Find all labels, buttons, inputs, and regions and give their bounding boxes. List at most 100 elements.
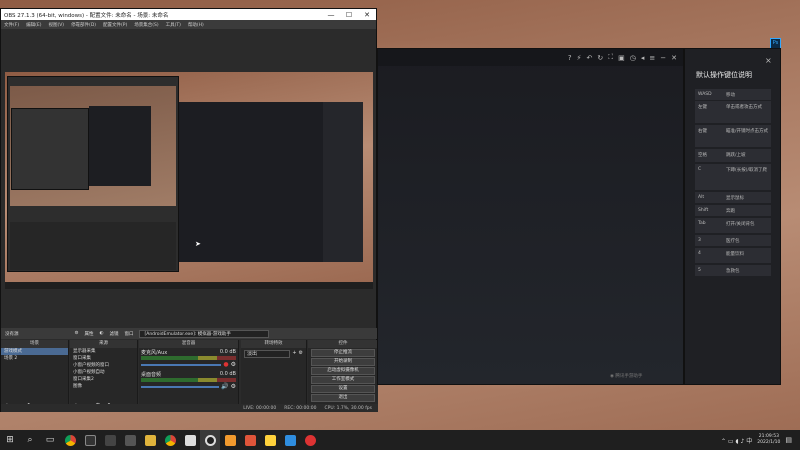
exit-button[interactable]: 退出 bbox=[311, 394, 375, 402]
g-icon[interactable] bbox=[120, 430, 140, 450]
controls-header: 控件 bbox=[308, 340, 378, 348]
virtual-camera-button[interactable]: 启动虚拟摄像机 bbox=[311, 367, 375, 375]
obs-window[interactable]: OBS 27.1.3 (64-bit, windows) - 配置文件: 未命名… bbox=[0, 8, 378, 412]
chrome-icon[interactable] bbox=[60, 430, 80, 450]
source-item[interactable]: 小窗户视频自动 bbox=[70, 369, 137, 376]
preview-taskbar bbox=[5, 282, 373, 289]
preview-keypanel bbox=[323, 102, 363, 262]
cpu-status: CPU: 1.7%, 30.00 fps bbox=[324, 405, 373, 411]
source-item[interactable]: 显示器采集 bbox=[70, 348, 137, 355]
minimize-button[interactable]: — bbox=[322, 11, 340, 19]
filter-icon[interactable]: ◐ bbox=[100, 331, 104, 336]
gear-icon[interactable]: ⚙ bbox=[231, 383, 236, 390]
app4-icon[interactable] bbox=[240, 430, 260, 450]
key-row: 左键 单击或者攻击方式 bbox=[695, 101, 771, 123]
task-view-icon[interactable]: ▭ bbox=[40, 430, 60, 450]
menu-help[interactable]: 帮助(H) bbox=[188, 22, 204, 28]
close-icon[interactable]: ✕ bbox=[671, 54, 677, 62]
source-item[interactable]: 小窗户视频的窗口 bbox=[70, 362, 137, 369]
tray-icons[interactable]: ⌃ ▭ ◖ ♪ 中 bbox=[721, 436, 752, 445]
speaker-icon[interactable]: 🔊 bbox=[221, 383, 228, 390]
controls-dock: 控件 停止推流 开始录制 启动虚拟摄像机 工作室模式 设置 退出 bbox=[308, 340, 378, 412]
search-icon[interactable]: ⌕ bbox=[20, 430, 40, 450]
gear-icon[interactable]: ⚙ bbox=[299, 350, 303, 358]
source-toolbar: 没有源 ⚙ 属性 ◐ 滤镜 窗口 [AndroidEmulator.exe]: … bbox=[1, 328, 378, 339]
source-item[interactable]: 窗口采集2 bbox=[70, 376, 137, 383]
transition-select[interactable]: 淡出 bbox=[244, 350, 291, 358]
close-button[interactable]: ✕ bbox=[358, 11, 376, 19]
flash-icon[interactable]: ⚡ bbox=[577, 54, 582, 62]
app3-icon[interactable] bbox=[220, 430, 240, 450]
menu-profile[interactable]: 配置文件(P) bbox=[103, 22, 127, 28]
source-item[interactable]: 图像 bbox=[70, 383, 137, 390]
gear-icon[interactable]: ⚙ bbox=[231, 361, 236, 368]
key-row: C 下蹲(长按)/取消了爬 bbox=[695, 164, 771, 190]
volume-slider[interactable] bbox=[141, 385, 220, 388]
app6-icon[interactable] bbox=[280, 430, 300, 450]
window-select[interactable]: [AndroidEmulator.exe]: 模拟器-游戏助手 bbox=[139, 329, 270, 338]
start-recording-button[interactable]: 开始录制 bbox=[311, 358, 375, 366]
key-row: Shift 奔跑 bbox=[695, 205, 771, 216]
obs-icon[interactable] bbox=[200, 430, 220, 450]
app7-icon[interactable] bbox=[300, 430, 320, 450]
clock-icon[interactable]: ◷ bbox=[630, 54, 636, 62]
rotate-icon[interactable]: ↻ bbox=[597, 54, 603, 62]
filters-button[interactable]: 滤镜 bbox=[109, 331, 118, 337]
app5-icon[interactable] bbox=[260, 430, 280, 450]
obs-titlebar[interactable]: OBS 27.1.3 (64-bit, windows) - 配置文件: 未命名… bbox=[1, 9, 376, 20]
preview-inner-docks bbox=[10, 222, 176, 270]
explorer-icon[interactable] bbox=[80, 430, 100, 450]
track-name: 桌面音频 bbox=[141, 372, 162, 378]
mixer-dock: 混音器 麦克风/Aux 0.0 dB ● ⚙ 桌面音频 0.0 dB 🔊 ⚙ bbox=[139, 340, 239, 412]
key-row: Alt 显示鼠标 bbox=[695, 192, 771, 203]
preview-emulator bbox=[177, 102, 323, 262]
studio-mode-button[interactable]: 工作室模式 bbox=[311, 376, 375, 384]
menu-scene-collection[interactable]: 场景集合(S) bbox=[134, 22, 158, 28]
panel-close-icon[interactable]: × bbox=[765, 56, 772, 65]
key-mapping-panel: × 默认操作键位说明 WASD 移动 左键 单击或者攻击方式 右键 瞄准/开镜时点击方… bbox=[684, 48, 781, 385]
app2-icon[interactable] bbox=[180, 430, 200, 450]
source-item[interactable]: 窗口采集 bbox=[70, 355, 137, 362]
key-row: 右键 瞄准/开镜时点击方式 bbox=[695, 125, 771, 147]
key-row: 5 急救包 bbox=[695, 265, 771, 276]
undo-icon[interactable]: ↶ bbox=[586, 54, 592, 62]
emulator-watermark: ◉ 腾讯手游助手 bbox=[610, 374, 643, 379]
menu-tools[interactable]: 工具(T) bbox=[166, 22, 181, 28]
scene-item[interactable]: 场景 2 bbox=[1, 355, 68, 362]
emulator-window[interactable]: ? ⚡ ↶ ↻ ⛶ ▣ ◷ ◂ ≡ − ✕ ◉ 腾讯手游助手 bbox=[377, 48, 684, 385]
settings-button[interactable]: 设置 bbox=[311, 385, 375, 393]
key-row: Tab 打开/关闭背包 bbox=[695, 218, 771, 233]
gear-icon[interactable]: ⚙ bbox=[75, 331, 79, 336]
obs-preview-canvas[interactable]: ➤ bbox=[5, 72, 373, 289]
scenes-dock: 场景 游戏模式 场景 2 +−⌃⌄ bbox=[1, 340, 69, 412]
key-row: WASD 移动 bbox=[695, 89, 771, 100]
menu-view[interactable]: 视图(V) bbox=[48, 22, 64, 28]
minimize-icon[interactable]: − bbox=[660, 54, 666, 62]
volume-slider[interactable] bbox=[141, 363, 222, 366]
track-name: 麦克风/Aux bbox=[141, 350, 168, 356]
no-source-label: 没有源 bbox=[5, 331, 19, 337]
menu-icon[interactable]: ≡ bbox=[649, 54, 655, 62]
maximize-button[interactable]: ☐ bbox=[340, 11, 358, 19]
properties-button[interactable]: 属性 bbox=[85, 331, 94, 337]
app-icon[interactable] bbox=[100, 430, 120, 450]
add-icon[interactable]: + bbox=[292, 350, 296, 358]
track-db: 0.0 dB bbox=[219, 371, 236, 377]
stop-streaming-button[interactable]: 停止推流 bbox=[311, 349, 375, 357]
help-icon[interactable]: ? bbox=[568, 54, 572, 62]
menu-edit[interactable]: 编辑(E) bbox=[26, 22, 41, 28]
menu-file[interactable]: 文件(F) bbox=[4, 22, 19, 28]
chrome2-icon[interactable] bbox=[160, 430, 180, 450]
window-icon[interactable]: ▣ bbox=[618, 54, 625, 62]
folder-icon[interactable] bbox=[140, 430, 160, 450]
menu-docks[interactable]: 停靠部件(D) bbox=[71, 22, 96, 28]
clock-date[interactable]: 2022/1/10 bbox=[757, 440, 780, 446]
start-icon[interactable]: ⊞ bbox=[0, 430, 20, 450]
mixer-header: 混音器 bbox=[139, 340, 238, 348]
speaker-muted-icon[interactable]: ● bbox=[223, 361, 228, 368]
volume-meter bbox=[141, 356, 236, 360]
collapse-icon[interactable]: ◂ bbox=[641, 54, 645, 62]
notification-icon[interactable]: ▤ bbox=[785, 436, 792, 444]
scene-item[interactable]: 游戏模式 bbox=[1, 348, 68, 355]
fullscreen-icon[interactable]: ⛶ bbox=[608, 53, 613, 62]
